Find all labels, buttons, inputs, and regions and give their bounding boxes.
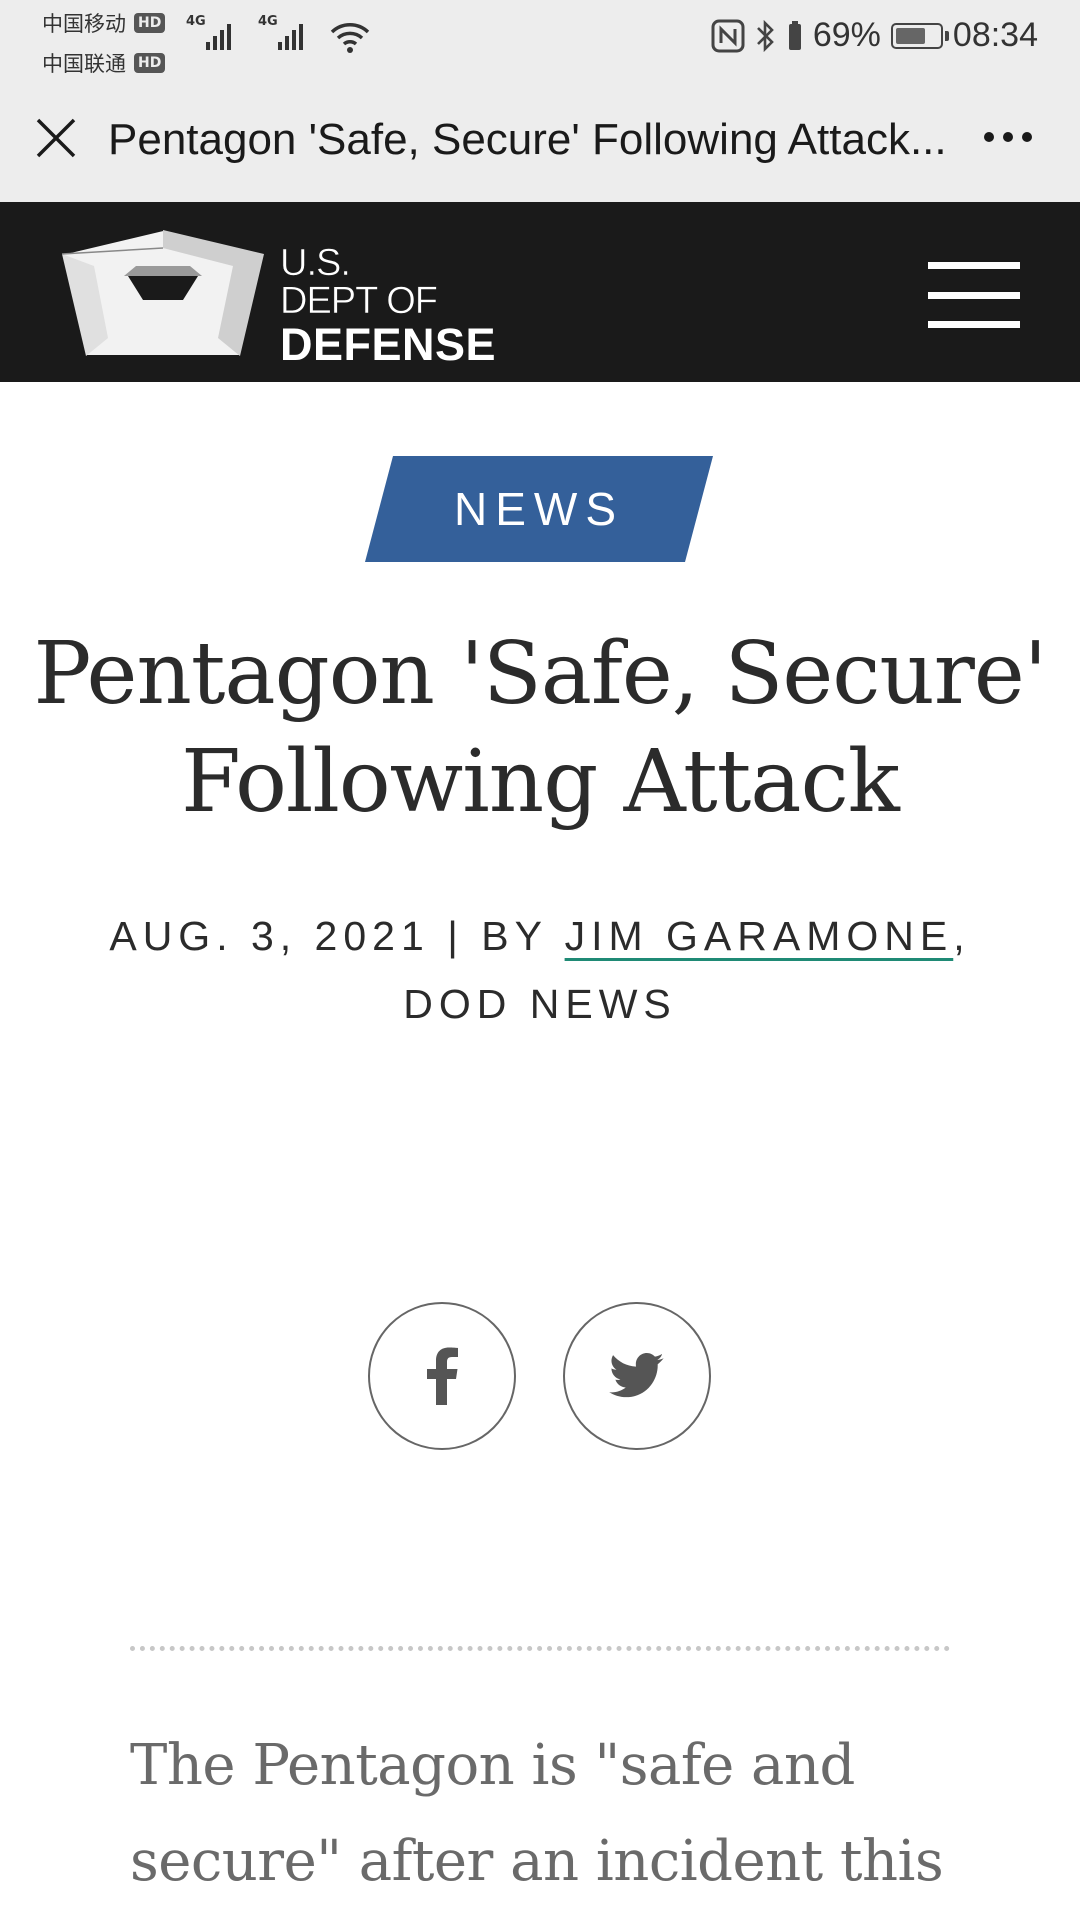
share-facebook-button[interactable] — [368, 1302, 516, 1450]
carrier-name-2: 中国联通 — [42, 52, 126, 76]
publish-date: AUG. 3, 2021 — [109, 913, 430, 959]
twitter-icon — [609, 1353, 664, 1398]
bluetooth-icon — [756, 19, 774, 52]
facebook-icon — [427, 1347, 458, 1405]
dod-logo[interactable]: U.S. DEPT OF DEFENSE — [58, 226, 508, 367]
share-twitter-button[interactable] — [563, 1302, 711, 1450]
webview-title: Pentagon 'Safe, Secure' Following Attack… — [108, 115, 947, 164]
article-headline: Pentagon 'Safe, Secure' Following Attack — [30, 620, 1050, 836]
logo-wordmark: U.S. DEPT OF DEFENSE — [280, 244, 496, 367]
logo-line-dept: DEPT OF — [280, 280, 439, 322]
close-button[interactable] — [30, 112, 82, 164]
logo-line-us: U.S. — [280, 242, 352, 284]
system-indicators: 69% 08:34 — [711, 16, 1038, 55]
pentagon-logo-icon — [60, 228, 266, 357]
category-label: NEWS — [454, 483, 624, 535]
headline-line-2: Following Attack — [181, 732, 900, 832]
site-header: U.S. DEPT OF DEFENSE — [0, 202, 1080, 382]
cellular-signal-icon: 4G — [258, 14, 310, 54]
more-options-button[interactable] — [984, 122, 1040, 152]
headline-line-1: Pentagon 'Safe, Secure' — [33, 624, 1048, 724]
byline-by: BY — [481, 913, 548, 959]
wifi-icon — [330, 23, 370, 53]
more-dots-icon — [984, 132, 994, 142]
battery-icon — [890, 22, 949, 49]
webview-title-bar: Pentagon 'Safe, Secure' Following Attack… — [0, 82, 1080, 202]
network-type-label: 4G — [258, 14, 278, 29]
byline-source: DOD NEWS — [403, 981, 677, 1027]
clock-time: 08:34 — [952, 16, 1038, 54]
byline-separator: | — [447, 913, 464, 959]
category-badge[interactable]: NEWS — [365, 456, 713, 562]
status-bar: 中国移动 HD 中国联通 HD 4G 4G 69% 08:34 — [0, 0, 1080, 82]
network-type-label: 4G — [186, 14, 206, 29]
byline-comma: , — [953, 913, 971, 959]
section-divider — [130, 1646, 950, 1651]
logo-line-defense: DEFENSE — [280, 319, 497, 370]
carrier-name-1: 中国移动 — [42, 12, 126, 36]
lede-line-2: secure" after an incident this — [130, 1829, 944, 1894]
article-lede: The Pentagon is "safe and secure" after … — [130, 1718, 1030, 1910]
article-byline: AUG. 3, 2021 | BY JIM GARAMONE, DOD NEWS — [30, 902, 1050, 1038]
close-icon — [36, 118, 76, 158]
lede-line-1: The Pentagon is "safe and — [130, 1733, 855, 1798]
menu-button[interactable] — [928, 262, 1020, 328]
vibrate-battery-icon — [788, 20, 801, 50]
author-link[interactable]: JIM GARAMONE — [565, 913, 954, 959]
battery-percent: 69% — [812, 16, 881, 54]
signal-indicators: 4G 4G — [186, 14, 370, 54]
carrier-info: 中国移动 HD 中国联通 HD — [42, 8, 166, 78]
hd-badge: HD — [134, 53, 166, 73]
nfc-icon — [711, 19, 745, 52]
cellular-signal-icon: 4G — [186, 14, 238, 54]
hd-badge: HD — [134, 13, 166, 33]
